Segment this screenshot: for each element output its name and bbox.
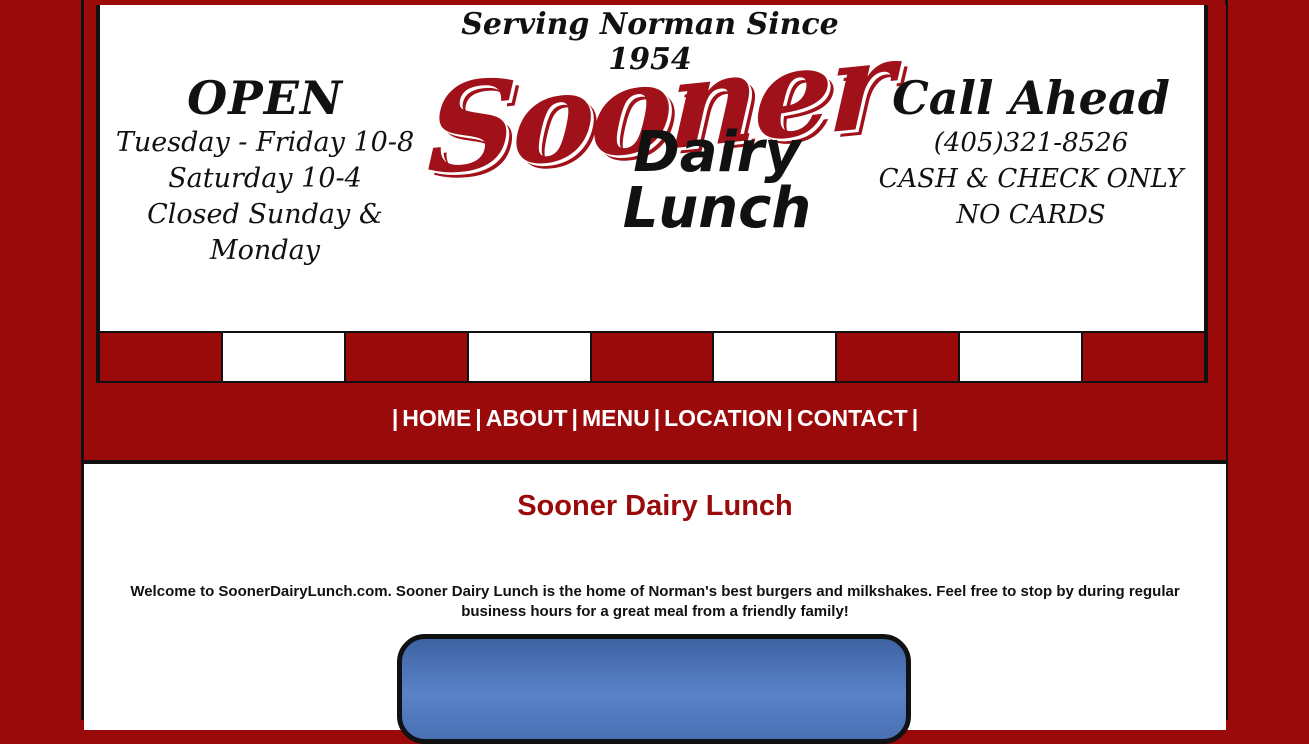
restaurant-photo xyxy=(397,634,911,744)
phone-number: (405)321-8526 xyxy=(933,128,1129,158)
nav-menu-link[interactable]: MENU xyxy=(582,405,650,431)
main-content: Sooner Dairy Lunch Welcome to SoonerDair… xyxy=(84,460,1226,744)
checker-square xyxy=(960,333,1084,381)
cards-note: NO CARDS xyxy=(956,200,1106,230)
hours-block: OPEN Tuesday - Friday 10-8 Saturday 10-4… xyxy=(100,71,430,269)
checker-square xyxy=(345,333,469,381)
nav-separator: | xyxy=(653,405,661,431)
nav-contact-link[interactable]: CONTACT xyxy=(797,405,908,431)
logo-dairy-word: Dairy xyxy=(633,120,801,185)
logo-dairy-lunch-text: Dairy Lunch xyxy=(602,125,832,237)
checker-square xyxy=(837,333,961,381)
nav-separator: | xyxy=(786,405,793,431)
call-ahead-block: Call Ahead (405)321-8526 CASH & CHECK ON… xyxy=(876,71,1186,233)
hours-line: Closed Sunday & Monday xyxy=(147,199,383,266)
site-header: OPEN Tuesday - Friday 10-8 Saturday 10-4… xyxy=(96,5,1208,383)
checker-square xyxy=(100,333,223,381)
hours-line: Tuesday - Friday 10-8 xyxy=(115,127,415,158)
checker-square xyxy=(591,333,715,381)
welcome-text: Welcome to SoonerDairyLunch.com. Sooner … xyxy=(130,583,1180,620)
checker-stripe xyxy=(100,331,1205,381)
checker-square xyxy=(468,333,592,381)
nav-separator: | xyxy=(571,405,578,431)
checker-square xyxy=(714,333,838,381)
nav-about-link[interactable]: ABOUT xyxy=(486,405,568,431)
hours-heading: OPEN xyxy=(187,71,343,125)
nav-separator: | xyxy=(391,405,399,431)
payment-note: CASH & CHECK ONLY xyxy=(878,164,1184,194)
nav-separator: | xyxy=(911,405,919,431)
page-container: OPEN Tuesday - Friday 10-8 Saturday 10-4… xyxy=(84,5,1226,744)
logo-lunch-word: Lunch xyxy=(622,176,812,241)
checker-square xyxy=(222,333,346,381)
hours-line: Saturday 10-4 xyxy=(168,163,362,194)
checker-square xyxy=(1083,333,1205,381)
page-title: Sooner Dairy Lunch xyxy=(517,490,793,522)
nav-separator: | xyxy=(475,405,482,431)
nav-home-link[interactable]: HOME xyxy=(402,405,471,431)
site-logo[interactable]: Serving Norman Since 1954 Sooner Dairy L… xyxy=(425,5,892,255)
call-ahead-heading: Call Ahead xyxy=(892,71,1170,125)
main-nav: | HOME | ABOUT | MENU | LOCATION | CONTACT | xyxy=(84,405,1226,432)
nav-location-link[interactable]: LOCATION xyxy=(664,405,782,431)
